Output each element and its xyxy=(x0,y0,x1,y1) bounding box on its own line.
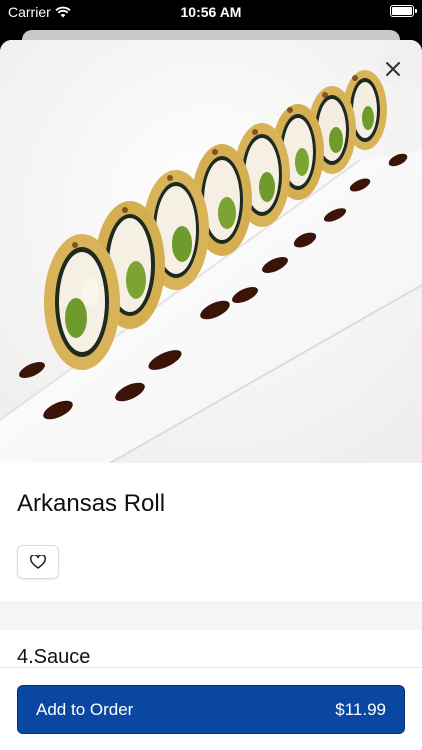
favorite-button[interactable] xyxy=(17,545,59,579)
sushi-roll-image xyxy=(0,40,422,463)
item-photo xyxy=(0,40,422,463)
item-detail-sheet: Arkansas Roll 4.Sauce Add to Order $11.9… xyxy=(0,40,422,750)
close-icon xyxy=(386,62,400,76)
order-price: $11.99 xyxy=(335,699,386,719)
section-title: 4.Sauce xyxy=(17,646,91,668)
close-button[interactable] xyxy=(378,54,408,84)
add-to-order-label: Add to Order xyxy=(36,699,134,719)
status-time: 10:56 AM xyxy=(180,4,242,20)
item-title: Arkansas Roll xyxy=(17,490,166,517)
bottom-action-bar: Add to Order $11.99 xyxy=(0,667,422,750)
section-divider xyxy=(0,602,422,630)
battery-icon xyxy=(390,5,417,17)
status-bar: Carrier 10:56 AM xyxy=(0,0,422,24)
add-to-order-button[interactable]: Add to Order $11.99 xyxy=(17,685,405,734)
heart-icon xyxy=(30,555,46,569)
